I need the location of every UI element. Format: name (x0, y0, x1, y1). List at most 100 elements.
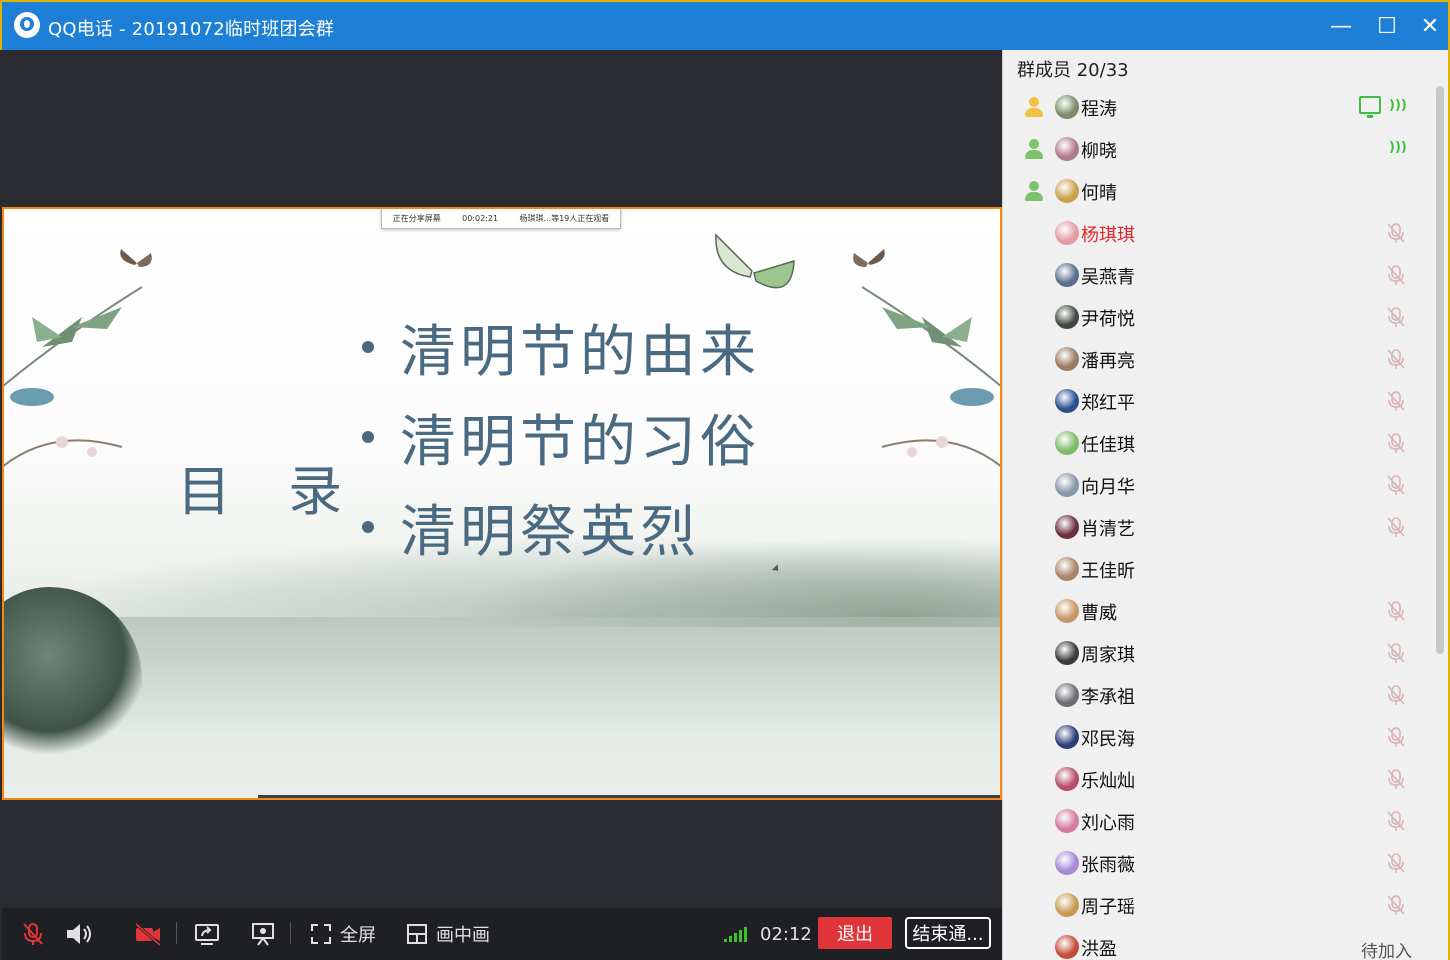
mic-muted-icon (1385, 390, 1407, 412)
avatar[interactable] (1055, 893, 1079, 917)
avatar[interactable] (1055, 641, 1079, 665)
call-duration: 02:12 (760, 923, 812, 945)
member-name: 郑红平 (1081, 393, 1135, 414)
member-row[interactable]: 刘心雨 (1003, 800, 1433, 842)
mic-muted-icon (1385, 600, 1407, 622)
member-name: 向月华 (1081, 477, 1135, 498)
toc-item: 清明节的由来 (362, 302, 760, 392)
member-row[interactable]: 张雨薇 (1003, 842, 1433, 884)
member-list-scrollbar[interactable] (1436, 86, 1444, 654)
member-name: 张雨薇 (1081, 855, 1135, 876)
pip-icon (407, 924, 427, 944)
member-row[interactable]: 程涛))) (1003, 86, 1433, 128)
bamboo-branch-left-decoration (2, 286, 143, 468)
avatar[interactable] (1055, 347, 1079, 371)
butterfly-large-icon (715, 233, 795, 289)
member-row[interactable]: 王佳昕 (1003, 548, 1433, 590)
member-role-icon (1023, 180, 1045, 202)
avatar[interactable] (1055, 221, 1079, 245)
member-name: 王佳昕 (1081, 561, 1135, 582)
member-panel: 群成员 20/33 程涛))) 柳晓))) 何晴 杨琪琪 吴燕青 尹荷悦 潘再亮 郑红平 任佳琪… (1002, 50, 1450, 960)
avatar[interactable] (1055, 95, 1079, 119)
mic-muted-icon (1385, 432, 1407, 454)
member-row[interactable]: 尹荷悦 (1003, 296, 1433, 338)
member-count: 群成员 20/33 (1017, 60, 1129, 81)
member-name: 程涛 (1081, 99, 1117, 120)
member-row[interactable]: 邓民海 (1003, 716, 1433, 758)
avatar[interactable] (1055, 389, 1079, 413)
member-list[interactable]: 程涛))) 柳晓))) 何晴 杨琪琪 吴燕青 尹荷悦 潘再亮 郑红平 任佳琪 向月华 肖清艺 王佳昕曹… (1003, 86, 1433, 960)
slide-heading: 目 录 (177, 460, 363, 523)
slideshow-button[interactable] (250, 920, 276, 948)
member-row[interactable]: 杨琪琪 (1003, 212, 1433, 254)
avatar[interactable] (1055, 683, 1079, 707)
member-name: 尹荷悦 (1081, 309, 1135, 330)
member-name: 吴燕青 (1081, 267, 1135, 288)
fullscreen-button[interactable]: 全屏 (310, 920, 376, 948)
member-row[interactable]: 向月华 (1003, 464, 1433, 506)
speaking-icon: ))) (1389, 98, 1407, 113)
speaker-button[interactable] (64, 920, 94, 948)
signal-strength-icon (724, 926, 747, 942)
avatar[interactable] (1055, 179, 1079, 203)
pip-label: 画中画 (436, 925, 490, 946)
mic-mute-button[interactable] (20, 920, 46, 948)
member-role-icon (1023, 138, 1045, 160)
end-call-button[interactable]: 结束通... (905, 917, 991, 949)
exit-button[interactable]: 退出 (818, 917, 892, 949)
avatar[interactable] (1055, 305, 1079, 329)
mic-muted-icon (1385, 852, 1407, 874)
toc-item-text: 清明节的由来 (400, 319, 760, 385)
remote-taskbar (258, 795, 1002, 800)
member-row[interactable]: 肖清艺 (1003, 506, 1433, 548)
avatar[interactable] (1055, 137, 1079, 161)
mic-off-icon (23, 923, 43, 945)
mic-muted-icon (1385, 810, 1407, 832)
close-button[interactable]: ✕ (1415, 12, 1445, 42)
camera-off-button[interactable] (134, 920, 162, 948)
call-toolbar: 全屏 画中画 02:12 退出 结束通... (2, 908, 1002, 960)
avatar[interactable] (1055, 935, 1079, 959)
fullscreen-label: 全屏 (340, 925, 376, 946)
member-row[interactable]: 乐灿灿 (1003, 758, 1433, 800)
avatar[interactable] (1055, 263, 1079, 287)
video-stage: 正在分享屏幕 00:02:21 杨琪琪...等19人正在观看 目 录 清明节的由… (2, 50, 1002, 908)
share-screen-button[interactable] (194, 920, 220, 948)
member-row[interactable]: 李承祖 (1003, 674, 1433, 716)
slide-toc-list: 清明节的由来 清明节的习俗 清明祭英烈 (362, 302, 760, 572)
member-row[interactable]: 洪盈 待加入 (1003, 926, 1433, 960)
mic-muted-icon (1385, 894, 1407, 916)
mic-muted-icon (1385, 642, 1407, 664)
member-name: 周家琪 (1081, 645, 1135, 666)
member-row[interactable]: 周子瑶 (1003, 884, 1433, 926)
minimize-button[interactable]: — (1326, 12, 1356, 42)
window-title: QQ电话 - 20191072临时班团会群 (48, 19, 335, 40)
avatar[interactable] (1055, 431, 1079, 455)
avatar[interactable] (1055, 515, 1079, 539)
member-row[interactable]: 曹威 (1003, 590, 1433, 632)
presentation-icon (252, 923, 274, 946)
maximize-button[interactable]: ☐ (1372, 12, 1402, 42)
member-row[interactable]: 柳晓))) (1003, 128, 1433, 170)
avatar[interactable] (1055, 473, 1079, 497)
member-row[interactable]: 吴燕青 (1003, 254, 1433, 296)
shared-screen[interactable]: 正在分享屏幕 00:02:21 杨琪琪...等19人正在观看 目 录 清明节的由… (2, 207, 1002, 800)
bullet-icon (362, 521, 374, 533)
member-row[interactable]: 任佳琪 (1003, 422, 1433, 464)
mic-muted-icon (1385, 516, 1407, 538)
member-row[interactable]: 周家琪 (1003, 632, 1433, 674)
member-row[interactable]: 潘再亮 (1003, 338, 1433, 380)
member-row[interactable]: 何晴 (1003, 170, 1433, 212)
picture-in-picture-button[interactable]: 画中画 (406, 920, 490, 948)
avatar[interactable] (1055, 767, 1079, 791)
avatar[interactable] (1055, 599, 1079, 623)
share-status-bar: 正在分享屏幕 00:02:21 杨琪琪...等19人正在观看 (381, 207, 621, 229)
avatar[interactable] (1055, 725, 1079, 749)
toc-item-text: 清明节的习俗 (400, 409, 760, 475)
avatar[interactable] (1055, 851, 1079, 875)
speaking-icon: ))) (1389, 140, 1407, 155)
member-row[interactable]: 郑红平 (1003, 380, 1433, 422)
avatar[interactable] (1055, 557, 1079, 581)
share-screen-icon (195, 924, 219, 945)
avatar[interactable] (1055, 809, 1079, 833)
